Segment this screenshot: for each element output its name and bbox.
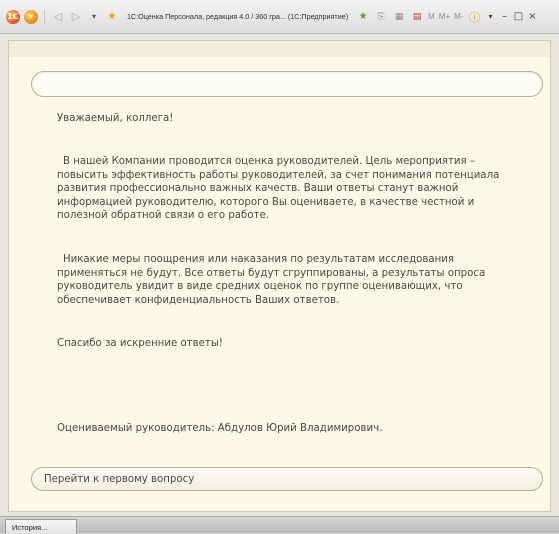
info-dropdown-icon[interactable]: ▾ xyxy=(485,12,495,21)
title-bar: 1C ▾ ◁ ▷ ▾ ★ 1С:Оценка Персонала, редакц… xyxy=(0,0,559,34)
favorite-star-icon[interactable]: ★ xyxy=(356,10,370,24)
info-icon[interactable]: ⓘ xyxy=(467,10,481,24)
maximize-icon[interactable]: □ xyxy=(513,11,523,22)
main-menu-icon[interactable]: ▾ xyxy=(24,9,38,24)
next-question-button[interactable]: Перейти к первому вопросу xyxy=(31,467,543,491)
toolbar-separator xyxy=(44,9,45,24)
form-header-strip xyxy=(9,41,550,57)
memory-minus-button[interactable]: M- xyxy=(454,12,463,21)
memory-plus-button[interactable]: M+ xyxy=(439,12,450,21)
calculator-icon[interactable]: ▦ xyxy=(392,10,406,24)
window-taskbar: История... xyxy=(0,516,559,534)
home-star-icon[interactable]: ★ xyxy=(105,10,119,24)
link-icon[interactable]: ⎘ xyxy=(374,10,388,24)
window-title: 1С:Оценка Персонала, редакция 4.0 / 360 … xyxy=(127,12,349,21)
top-field[interactable] xyxy=(31,71,543,97)
history-dropdown-icon[interactable]: ▾ xyxy=(87,10,101,24)
greeting-text: Уважаемый, коллега! xyxy=(57,113,174,124)
intro-paragraph: В нашей Компании проводится оценка руков… xyxy=(57,156,500,222)
privacy-paragraph: Никакие меры поощрения или наказания по … xyxy=(57,254,486,306)
evaluated-manager-text: Оцениваемый руководитель: Абдулов Юрий В… xyxy=(57,423,383,434)
close-icon[interactable]: × xyxy=(527,11,537,22)
minimize-icon[interactable]: – xyxy=(499,11,509,22)
calendar-icon[interactable]: ▤ xyxy=(410,10,424,24)
app-window: 1C ▾ ◁ ▷ ▾ ★ 1С:Оценка Персонала, редакц… xyxy=(0,0,559,534)
app-logo-icon[interactable]: 1C xyxy=(6,9,20,24)
thanks-text: Спасибо за искренние ответы! xyxy=(57,338,223,349)
back-arrow-icon[interactable]: ◁ xyxy=(51,10,65,24)
forward-arrow-icon[interactable]: ▷ xyxy=(69,10,83,24)
memory-m-button[interactable]: M xyxy=(428,12,435,21)
history-tab[interactable]: История... xyxy=(5,519,77,534)
